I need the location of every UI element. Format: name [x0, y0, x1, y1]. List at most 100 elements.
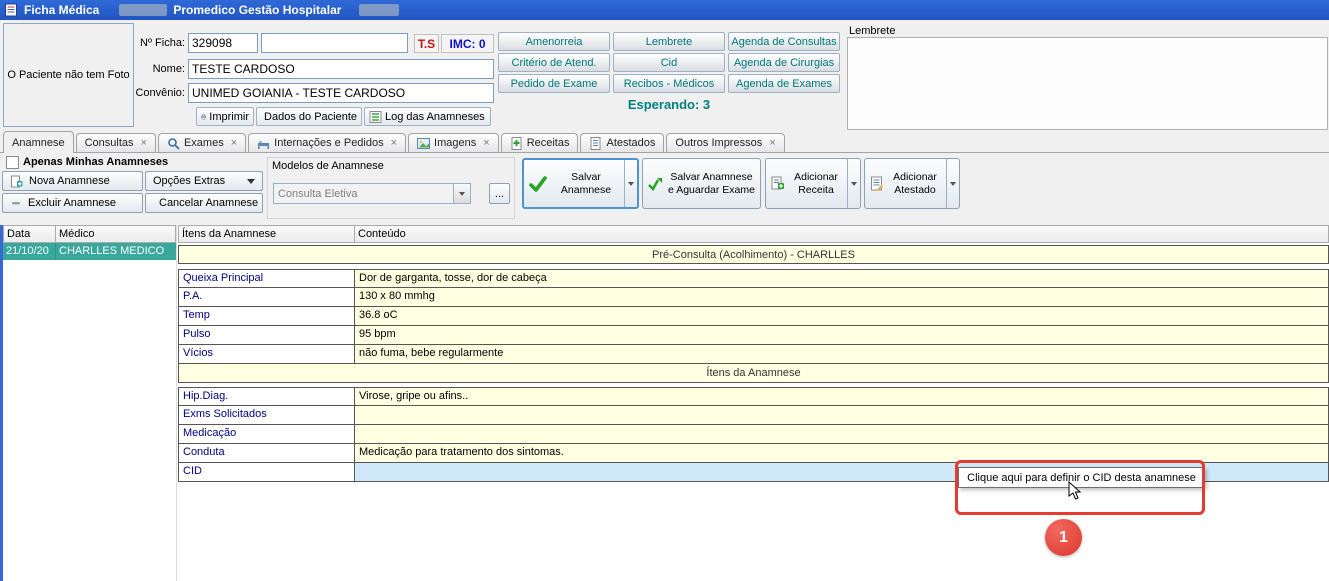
- agenda-exames-button[interactable]: Agenda de Exames: [728, 74, 840, 93]
- tab-label: Consultas: [85, 137, 134, 149]
- anamnese-row-temp[interactable]: Temp 36.8 oC: [178, 307, 1329, 326]
- atestado-split-button[interactable]: [946, 159, 959, 208]
- green-check-icon: [528, 175, 548, 193]
- tab-internacoes-e-pedidos[interactable]: Internações e Pedidos ×: [248, 133, 406, 152]
- convenio-label: Convênio:: [128, 87, 185, 99]
- tab-close-icon[interactable]: ×: [141, 137, 147, 149]
- ficha-secondary-input[interactable]: [261, 33, 408, 53]
- agenda-cirurgias-button[interactable]: Agenda de Cirurgias: [728, 53, 840, 72]
- adicionar-receita-button[interactable]: Adicionar Receita: [765, 158, 861, 209]
- anamnese-content-cell[interactable]: não fuma, bebe regularmente: [355, 345, 1329, 364]
- anamnese-toolbar: Apenas Minhas Anamneses Nova Anamnese Op…: [0, 153, 1329, 225]
- lembrete-memo[interactable]: [847, 37, 1328, 130]
- anamnese-content-cell[interactable]: [355, 406, 1329, 425]
- tab-receitas[interactable]: Receitas: [501, 133, 579, 152]
- tab-imagens[interactable]: Imagens ×: [408, 133, 499, 152]
- tab-atestados[interactable]: Atestados: [580, 133, 664, 152]
- tab-close-icon[interactable]: ×: [391, 137, 397, 149]
- recibos-medicos-button[interactable]: Recibos - Médicos: [613, 74, 725, 93]
- modelos-anamnese-group: Modelos de Anamnese Consulta Eletiva ...: [267, 157, 515, 219]
- cancelar-anamnese-button[interactable]: Cancelar Anamnese: [145, 193, 263, 213]
- anamnese-item-label: Temp: [178, 307, 355, 326]
- anamnese-item-label: P.A.: [178, 288, 355, 307]
- cancelar-anamnese-label: Cancelar Anamnese: [159, 197, 258, 209]
- redacted-text: [119, 4, 167, 16]
- dropdown-arrow-icon: [628, 182, 634, 189]
- dados-do-paciente-button[interactable]: Dados do Paciente: [256, 107, 362, 126]
- anamnese-table-area: Data Médico 21/10/20 CHARLLES MEDICO Íte…: [0, 225, 1329, 581]
- lembrete-label: Lembrete: [849, 25, 895, 37]
- tab-exames[interactable]: Exames ×: [158, 133, 246, 152]
- modelos-selected-value: Consulta Eletiva: [274, 188, 453, 200]
- history-row-selected[interactable]: 21/10/20 CHARLLES MEDICO: [3, 243, 176, 260]
- anamnese-row-medicacao[interactable]: Medicação: [178, 425, 1329, 444]
- anamnese-content-cell[interactable]: Dor de garganta, tosse, dor de cabeça: [355, 269, 1329, 288]
- imprimir-label: Imprimir: [209, 111, 249, 123]
- cid-button[interactable]: Cid: [613, 53, 725, 72]
- anamnese-content-cell[interactable]: Virose, gripe ou afins..: [355, 387, 1329, 406]
- log-label: Log das Anamneses: [385, 111, 485, 123]
- anamnese-content-cell[interactable]: [355, 425, 1329, 444]
- tab-anamnese[interactable]: Anamnese: [3, 131, 74, 153]
- salvar-aguardar-label: Salvar Anamnese e Aguardar Exame: [667, 171, 756, 196]
- nova-anamnese-button[interactable]: Nova Anamnese: [2, 171, 143, 191]
- anamnese-row-pulso[interactable]: Pulso 95 bpm: [178, 326, 1329, 345]
- tab-label: Imagens: [434, 137, 476, 149]
- anamnese-item-label: Hip.Diag.: [178, 387, 355, 406]
- anamnese-grid: Ítens da Anamnese Conteúdo Pré-Consulta …: [178, 225, 1329, 482]
- excluir-anamnese-button[interactable]: Excluir Anamnese: [2, 193, 143, 213]
- anamnese-row-vicios[interactable]: Vícios não fuma, bebe regularmente: [178, 345, 1329, 364]
- agenda-consultas-button[interactable]: Agenda de Consultas: [728, 32, 840, 51]
- history-date-cell: 21/10/20: [3, 243, 56, 260]
- anamnese-item-label: CID: [178, 463, 355, 482]
- imprimir-button[interactable]: Imprimir: [196, 107, 254, 126]
- anamnese-content-cell[interactable]: 36.8 oC: [355, 307, 1329, 326]
- anamnese-row-pa[interactable]: P.A. 130 x 80 mmhg: [178, 288, 1329, 307]
- tab-close-icon[interactable]: ×: [231, 137, 237, 149]
- receita-split-button[interactable]: [847, 159, 860, 208]
- amenorreia-button[interactable]: Amenorreia: [498, 32, 610, 51]
- tab-label: Atestados: [606, 137, 655, 149]
- patient-panel: O Paciente não tem Foto Nº Ficha: T.S IM…: [0, 20, 1329, 131]
- picture-icon: [417, 137, 430, 150]
- lembrete-button[interactable]: Lembrete: [613, 32, 725, 51]
- history-grid-right-border: [176, 225, 177, 581]
- col-header-data: Data: [3, 225, 56, 243]
- tab-close-icon[interactable]: ×: [483, 137, 489, 149]
- modelos-more-button[interactable]: ...: [489, 183, 510, 204]
- salvar-split-button[interactable]: [624, 160, 637, 207]
- anamnese-row-queixa-principal[interactable]: Queixa Principal Dor de garganta, tosse,…: [178, 269, 1329, 288]
- anamnese-row-hip-diag[interactable]: Hip.Diag. Virose, gripe ou afins..: [178, 387, 1329, 406]
- salvar-anamnese-aguardar-exame-button[interactable]: Salvar Anamnese e Aguardar Exame: [642, 158, 761, 209]
- history-grid: Data Médico 21/10/20 CHARLLES MEDICO: [3, 225, 176, 260]
- log-das-anamneses-button[interactable]: Log das Anamneses: [364, 107, 491, 126]
- tab-consultas[interactable]: Consultas ×: [76, 133, 156, 152]
- ficha-input[interactable]: [188, 33, 258, 53]
- ficha-medica-window: Ficha Médica Promedico Gestão Hospitalar…: [0, 0, 1329, 581]
- adicionar-atestado-button[interactable]: Adicionar Atestado: [864, 158, 960, 209]
- section-header-itens-anamnese: Ítens da Anamnese: [178, 364, 1329, 383]
- history-medico-cell: CHARLLES MEDICO: [56, 243, 176, 260]
- anamnese-content-cell[interactable]: 95 bpm: [355, 326, 1329, 345]
- modelos-combobox[interactable]: Consulta Eletiva: [273, 183, 471, 204]
- adicionar-receita-label: Adicionar Receita: [789, 171, 843, 196]
- patient-photo-placeholder[interactable]: O Paciente não tem Foto: [3, 23, 134, 127]
- quick-actions-grid: Amenorreia Lembrete Agenda de Consultas …: [498, 32, 840, 93]
- anamnese-content-cell[interactable]: 130 x 80 mmhg: [355, 288, 1329, 307]
- salvar-anamnese-button[interactable]: Salvar Anamnese: [522, 158, 639, 209]
- dropdown-arrow-icon: [247, 179, 255, 188]
- nome-input[interactable]: [188, 59, 494, 79]
- pedido-exame-button[interactable]: Pedido de Exame: [498, 74, 610, 93]
- combo-arrow-button[interactable]: [453, 184, 470, 203]
- window-left-border: [0, 225, 3, 581]
- opcoes-extras-button[interactable]: Opções Extras: [145, 171, 263, 191]
- anamnese-item-label: Vícios: [178, 345, 355, 364]
- criterio-atend-button[interactable]: Critério de Atend.: [498, 53, 610, 72]
- modelos-group-label: Modelos de Anamnese: [272, 160, 384, 172]
- tab-outros-impressos[interactable]: Outros Impressos ×: [666, 133, 784, 152]
- convenio-input[interactable]: [188, 83, 494, 103]
- titlebar-product-title: Promedico Gestão Hospitalar: [173, 3, 341, 17]
- apenas-minhas-checkbox[interactable]: [6, 156, 19, 169]
- tab-close-icon[interactable]: ×: [769, 137, 775, 149]
- anamnese-row-exms-solicitados[interactable]: Exms Solicitados: [178, 406, 1329, 425]
